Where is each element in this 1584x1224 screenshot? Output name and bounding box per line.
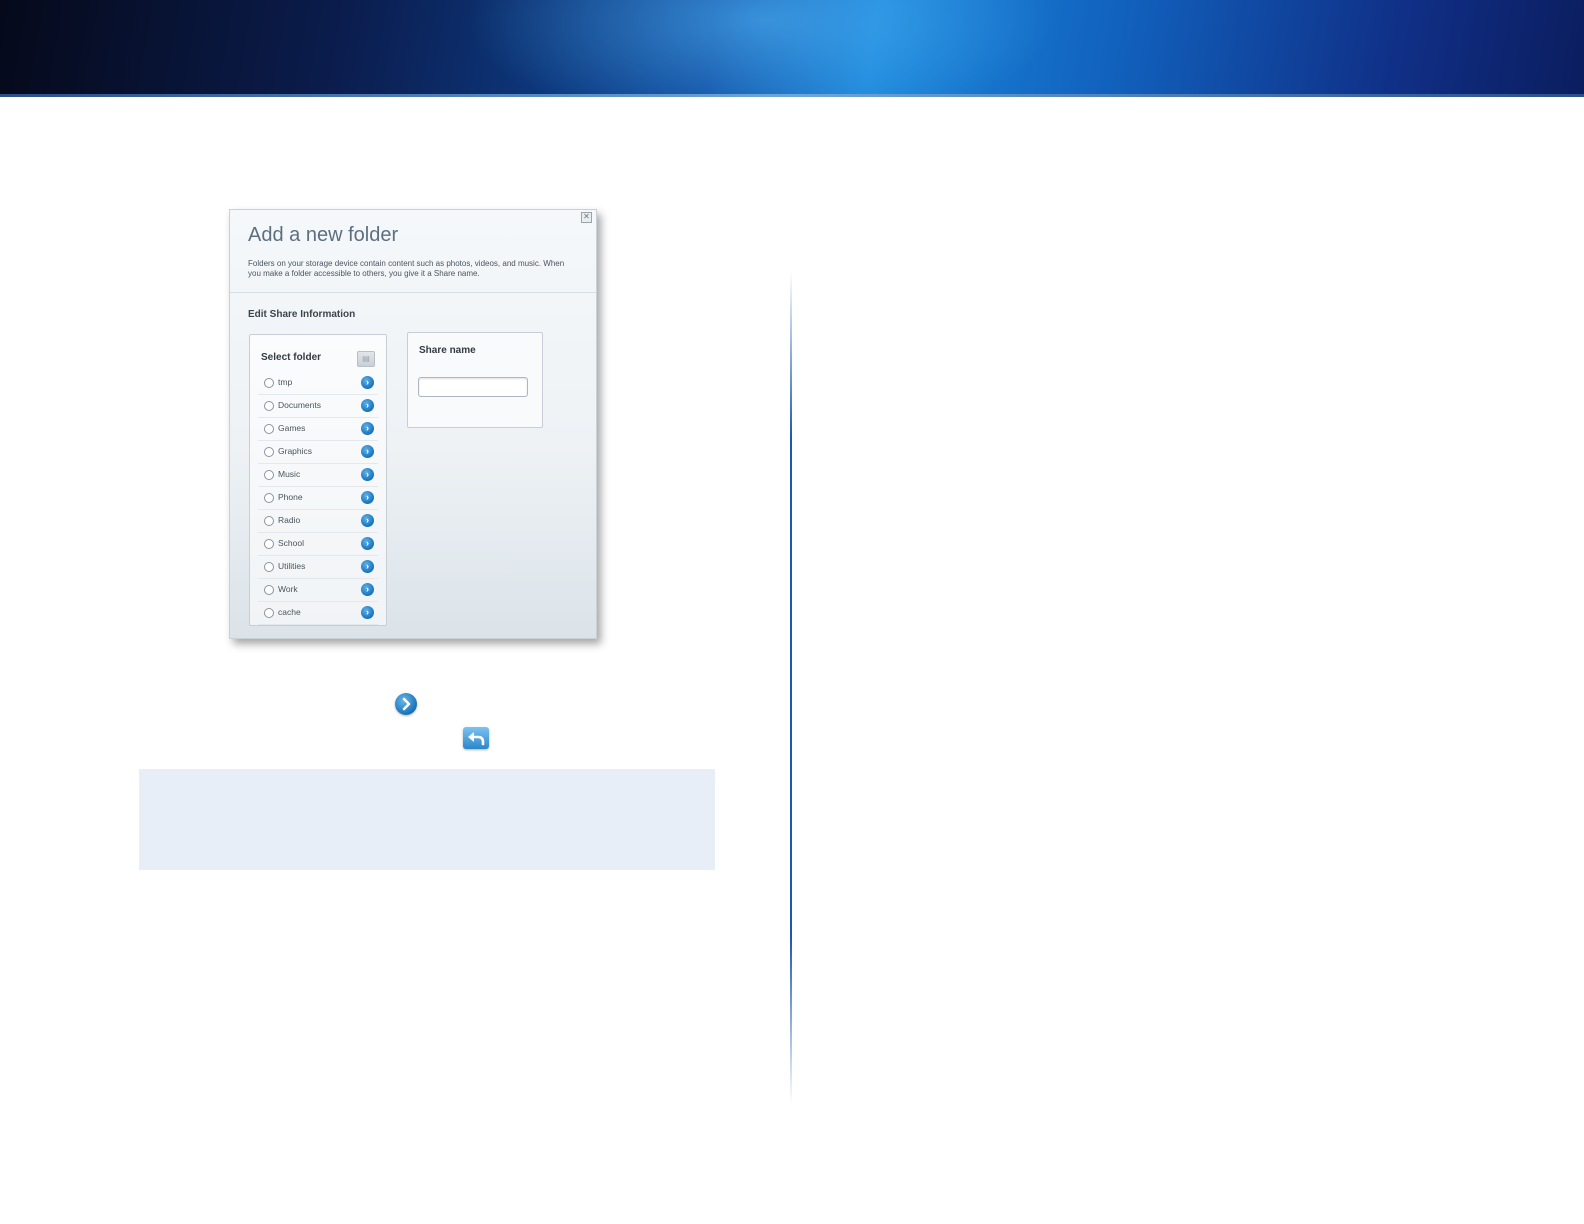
folder-row[interactable]: Work › (258, 579, 378, 602)
folder-name: Games (278, 423, 306, 433)
folder-row[interactable]: Documents › (258, 395, 378, 418)
folder-row[interactable]: cache › (258, 602, 378, 625)
folder-name: Documents (278, 400, 321, 410)
add-folder-dialog: ✕ Add a new folder Folders on your stora… (229, 209, 597, 639)
folder-radio[interactable] (264, 539, 274, 549)
chevron-right-icon[interactable]: › (361, 376, 374, 389)
chevron-right-icon[interactable]: › (361, 399, 374, 412)
folder-radio[interactable] (264, 378, 274, 388)
chevron-right-icon[interactable]: › (361, 445, 374, 458)
note-box (139, 769, 715, 870)
folder-row[interactable]: School › (258, 533, 378, 556)
folder-name: School (278, 538, 304, 548)
folder-radio[interactable] (264, 608, 274, 618)
chevron-right-icon[interactable]: › (361, 491, 374, 504)
folder-radio[interactable] (264, 424, 274, 434)
chevron-right-glyph (402, 697, 411, 711)
chevron-right-icon[interactable]: › (361, 606, 374, 619)
folder-name: Work (278, 584, 298, 594)
share-name-panel: Share name (407, 332, 543, 428)
folder-row[interactable]: Utilities › (258, 556, 378, 579)
folder-radio[interactable] (264, 401, 274, 411)
folder-up-icon[interactable]: ▤ (357, 351, 375, 367)
folder-row[interactable]: Games › (258, 418, 378, 441)
chevron-right-icon[interactable]: › (361, 560, 374, 573)
header-banner (0, 0, 1584, 97)
chevron-right-icon[interactable]: › (361, 422, 374, 435)
folder-row[interactable]: tmp › (258, 372, 378, 395)
folder-radio[interactable] (264, 562, 274, 572)
folder-radio[interactable] (264, 516, 274, 526)
share-name-input[interactable] (418, 377, 528, 397)
select-folder-title: Select folder (261, 352, 322, 363)
section-label: Edit Share Information (248, 309, 356, 320)
chevron-right-icon[interactable]: › (361, 468, 374, 481)
chevron-right-icon[interactable]: › (361, 583, 374, 596)
folder-radio[interactable] (264, 470, 274, 480)
folder-radio[interactable] (264, 585, 274, 595)
folder-name: Phone (278, 492, 303, 502)
folder-row[interactable]: Radio › (258, 510, 378, 533)
back-arrow-glyph (468, 732, 485, 746)
select-folder-panel: Select folder ▤ tmp › Documents › Games › Grap… (249, 334, 387, 626)
folder-name: Music (278, 469, 301, 479)
column-divider (790, 272, 792, 1104)
chevron-right-circle-icon (395, 693, 417, 715)
share-name-label: Share name (419, 345, 476, 356)
folder-row[interactable]: Graphics › (258, 441, 378, 464)
folder-name: tmp (278, 377, 293, 387)
folder-row[interactable]: Music › (258, 464, 378, 487)
folder-name: Graphics (278, 446, 313, 456)
folder-name: Utilities (278, 561, 306, 571)
dialog-divider (230, 292, 596, 293)
folder-name: Radio (278, 515, 301, 525)
close-icon[interactable]: ✕ (581, 212, 592, 223)
dialog-title: Add a new folder (248, 224, 399, 246)
folder-list: tmp › Documents › Games › Graphics › Music › Phone… (258, 372, 378, 625)
back-arrow-icon (463, 727, 489, 749)
dialog-description: Folders on your storage device contain c… (248, 259, 565, 278)
folder-radio[interactable] (264, 493, 274, 503)
folder-row[interactable]: Phone › (258, 487, 378, 510)
chevron-right-icon[interactable]: › (361, 514, 374, 527)
folder-name: cache (278, 607, 301, 617)
chevron-right-icon[interactable]: › (361, 537, 374, 550)
folder-radio[interactable] (264, 447, 274, 457)
